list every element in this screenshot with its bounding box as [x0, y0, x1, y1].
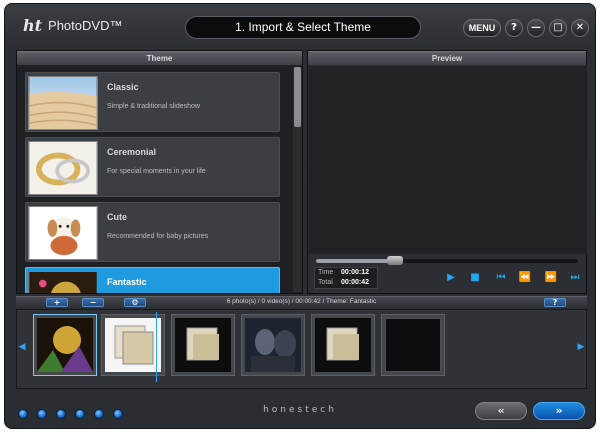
footer: honestech « » [5, 392, 595, 430]
people-photo-thumbnail [245, 318, 301, 372]
app-logo: ht PhotoDVD™ [23, 16, 122, 35]
storyboard-slot[interactable] [171, 314, 235, 376]
theme-item-cute[interactable]: Cute Recommended for baby pictures [25, 202, 280, 262]
scrollbar-thumb[interactable] [294, 67, 301, 127]
play-icon[interactable]: ▶ [444, 271, 458, 285]
collage-photo-thumbnail [175, 318, 231, 372]
remove-photo-button[interactable]: − [82, 298, 104, 307]
theme-description: Simple & traditional slideshow [107, 103, 200, 110]
back-button[interactable]: « [475, 402, 527, 420]
storyboard-filmstrip: ◀ ▶ [16, 309, 587, 389]
storyboard-empty-slot[interactable] [381, 314, 445, 376]
insert-marker [156, 312, 157, 382]
storyboard-help-button[interactable]: ? [544, 298, 566, 307]
minimize-button[interactable]: — [527, 19, 545, 37]
help-button[interactable]: ? [505, 19, 523, 37]
puppy-thumbnail [28, 206, 98, 260]
wedding-rings-thumbnail [28, 141, 98, 195]
preview-screen [309, 66, 587, 254]
stop-icon[interactable]: ■ [468, 271, 482, 285]
skip-first-icon[interactable]: ⏮ [494, 271, 508, 285]
fantasy-scene-thumbnail [28, 271, 98, 293]
theme-item-classic[interactable]: Classic Simple & traditional slideshow [25, 72, 280, 132]
theme-name: Fantastic [107, 277, 147, 287]
maximize-button[interactable]: □ [549, 19, 567, 37]
fantasy-photo-thumbnail [37, 318, 93, 372]
theme-panel-header: Theme [17, 51, 302, 65]
storyboard-toolbar: 6 photo(s) / 0 video(s) / 00:00:42 / The… [16, 296, 587, 308]
scroll-right-icon[interactable]: ▶ [577, 340, 585, 354]
collage-photo-thumbnail [315, 318, 371, 372]
skip-last-icon[interactable]: ⏭ [568, 271, 582, 285]
app-name: PhotoDVD™ [48, 18, 123, 33]
theme-name: Classic [107, 82, 139, 92]
collage-photo-thumbnail [105, 318, 161, 372]
theme-name: Cute [107, 212, 127, 222]
theme-name: Ceremonial [107, 147, 157, 157]
add-photo-button[interactable]: + [46, 298, 68, 307]
total-label: Total [318, 279, 333, 286]
theme-list-scrollbar[interactable] [293, 67, 302, 292]
fast-forward-icon[interactable]: ⏩ [544, 271, 558, 285]
preview-panel-header: Preview [308, 51, 586, 65]
theme-description: Recommended for baby pictures [107, 233, 209, 240]
theme-list: Classic Simple & traditional slideshow C… [17, 66, 291, 293]
seek-bar[interactable] [316, 256, 578, 265]
theme-description: For special moments in your life [107, 168, 206, 175]
scroll-left-icon[interactable]: ◀ [18, 340, 26, 354]
empty-slot-area [385, 318, 441, 372]
time-value: 00:00:12 [341, 269, 370, 276]
storyboard-slot[interactable] [33, 314, 97, 376]
app-window: ht PhotoDVD™ 1. Import & Select Theme ME… [4, 3, 596, 429]
close-button[interactable]: ✕ [571, 19, 589, 37]
theme-item-fantastic[interactable]: Fantastic [25, 267, 280, 293]
theme-item-ceremonial[interactable]: Ceremonial For special moments in your l… [25, 137, 280, 197]
photo-settings-button[interactable]: ⚙ [124, 298, 146, 307]
total-value: 00:00:42 [341, 279, 370, 286]
time-label: Time [318, 269, 334, 276]
title-bar: ht PhotoDVD™ 1. Import & Select Theme ME… [5, 4, 595, 46]
menu-button[interactable]: MENU [463, 19, 501, 37]
rewind-icon[interactable]: ⏪ [518, 271, 532, 285]
seek-handle[interactable] [386, 256, 403, 265]
storyboard-slot[interactable] [241, 314, 305, 376]
step-title: 1. Import & Select Theme [185, 16, 421, 39]
time-display: Time 00:00:12 Total 00:00:42 [314, 267, 378, 289]
theme-panel: Theme Classic Simple & traditional slide… [16, 50, 303, 294]
seek-progress [316, 259, 395, 263]
next-button[interactable]: » [533, 402, 585, 420]
honestech-logo-icon: ht [23, 16, 43, 35]
sand-dunes-thumbnail [28, 76, 98, 130]
storyboard-slot[interactable] [311, 314, 375, 376]
preview-panel: Preview Time 00:00:12 Total 00:00:42 ▶ ■… [307, 50, 587, 294]
